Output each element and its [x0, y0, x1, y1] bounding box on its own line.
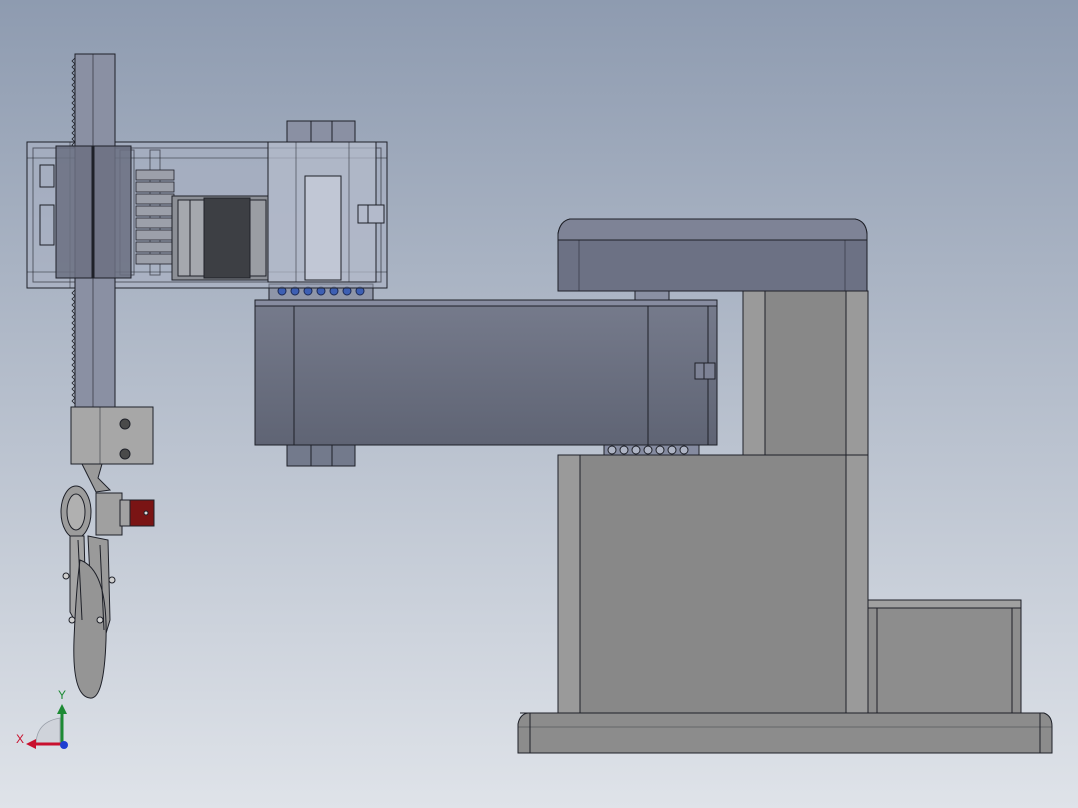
stepper-motor — [171, 195, 269, 281]
triad-z-axis — [60, 741, 68, 749]
viewport-canvas — [0, 0, 1078, 808]
cad-viewport[interactable]: X Y — [0, 0, 1078, 808]
triad-y-label: Y — [58, 688, 67, 702]
arm-link-1 — [254, 299, 718, 467]
base-electronics-box — [867, 599, 1022, 714]
gripper-mount — [70, 406, 154, 465]
base-foot-plate — [517, 712, 1053, 754]
base-column-body — [557, 454, 869, 714]
triad-x-label: X — [16, 732, 25, 746]
column-top-cap — [557, 218, 868, 302]
